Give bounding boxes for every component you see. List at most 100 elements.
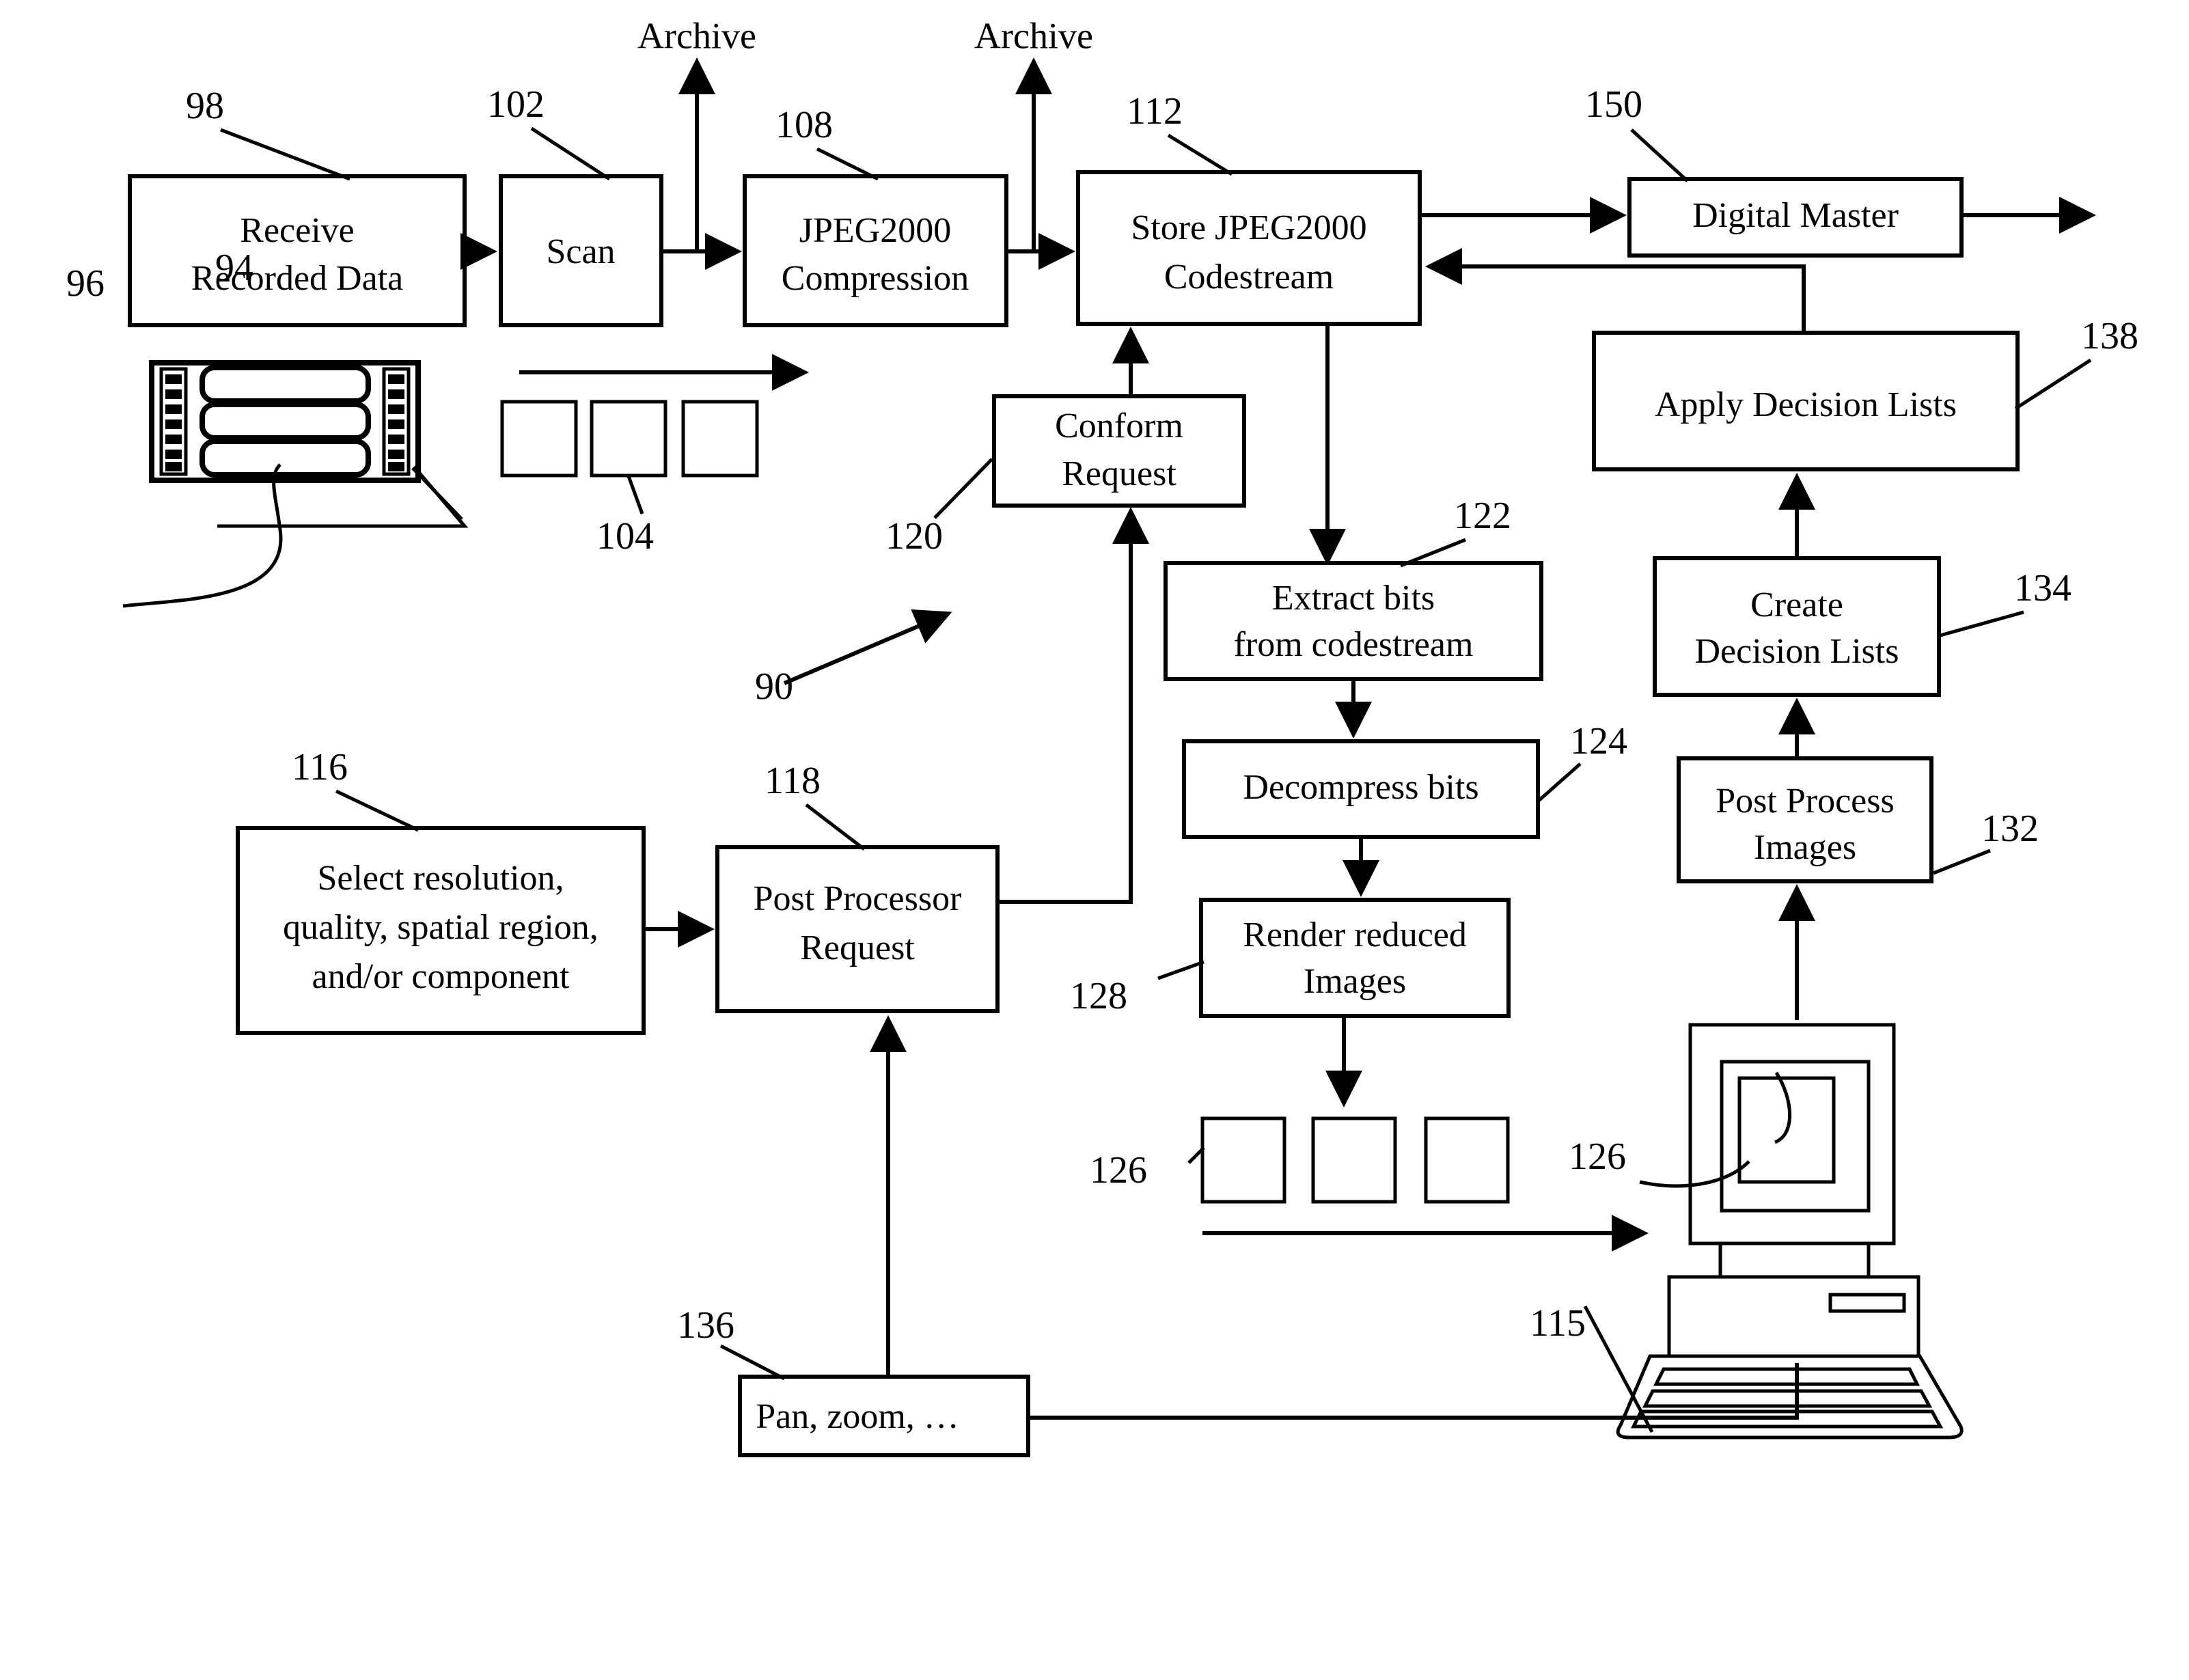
- box-pan-zoom: Pan, zoom, …: [738, 1375, 1030, 1457]
- ref-126-monitor: 126: [1569, 1135, 1626, 1178]
- ref-134-group: 134: [1940, 567, 2071, 637]
- box-extract-bits: Extract bits from codestream: [1164, 561, 1543, 681]
- box-store-line-1: Store JPEG2000: [1131, 208, 1366, 247]
- box-create-decision-lists: Create Decision Lists: [1653, 556, 1941, 697]
- ref-120-group: 120: [885, 458, 993, 557]
- ref-102: 102: [487, 83, 545, 126]
- disk-drive-slot-icon: [1828, 1293, 1906, 1313]
- ref-90-group: 90: [755, 609, 952, 708]
- box-create-decision-lists-rect: [1653, 556, 1941, 697]
- box-store-codestream: Store JPEG2000 Codestream: [1076, 170, 1422, 326]
- ref-96-leader: [122, 463, 283, 608]
- ref-124: 124: [1570, 720, 1627, 762]
- ref-116: 116: [292, 746, 348, 788]
- box-compression-line-2: Compression: [782, 259, 969, 298]
- ref-138-leader: [2014, 358, 2092, 411]
- ref-102-group: 102: [487, 83, 611, 181]
- frame-bottom-3: [1424, 1116, 1510, 1204]
- ref-90: 90: [755, 665, 793, 708]
- ref-126-frames: 126: [1090, 1149, 1147, 1192]
- box-post-process-images: Post Process Images: [1677, 756, 1933, 883]
- ref-94-callout: [411, 467, 463, 521]
- ref-115: 115: [1530, 1302, 1586, 1345]
- box-select-line-2: quality, spatial region,: [283, 908, 598, 947]
- box-extract-bits-line-2: from codestream: [1234, 625, 1474, 664]
- ref-118-group: 118: [765, 760, 866, 851]
- box-store-rect: [1076, 170, 1422, 326]
- box-store-line-2: Codestream: [1164, 258, 1334, 297]
- archive-label-1: Archive: [637, 15, 756, 56]
- frames-top-illustration: 104: [500, 354, 809, 557]
- ref-138-group: 138: [2014, 315, 2138, 411]
- box-render-reduced-images: Render reduced Images: [1199, 898, 1511, 1018]
- computer-base-unit: [1667, 1275, 1920, 1361]
- ref-132-group: 132: [1933, 808, 2039, 875]
- ref-94-leader: [411, 467, 463, 521]
- box-decompress-bits-line-1: Decompress bits: [1243, 768, 1478, 807]
- ref-118-leader: [805, 803, 866, 851]
- ref-98-group: 98: [186, 85, 350, 181]
- ref-112: 112: [1127, 90, 1183, 133]
- filmstrip-frame-3: [199, 439, 371, 478]
- box-scan: Scan: [499, 174, 663, 327]
- ref-98-leader: [220, 128, 350, 181]
- frame-bottom-2: [1311, 1116, 1397, 1204]
- archive-label-2: Archive: [974, 15, 1093, 56]
- ref-120-leader: [933, 458, 993, 519]
- filmstrip-frame-2: [199, 402, 371, 441]
- box-scan-line-1: Scan: [546, 232, 615, 271]
- ref-112-leader: [1167, 133, 1233, 176]
- box-apply-decision-lists-line-1: Apply Decision Lists: [1655, 385, 1957, 424]
- box-digital-master-line-1: Digital Master: [1692, 196, 1899, 235]
- ref-116-group: 116: [292, 746, 419, 832]
- filmstrip-illustration: [149, 360, 421, 483]
- ref-118: 118: [765, 760, 821, 802]
- workstation-illustration: [1616, 1023, 1964, 1440]
- ref-112-group: 112: [1127, 90, 1233, 176]
- frame-top-2: [590, 400, 667, 478]
- ref-136-group: 136: [677, 1304, 786, 1381]
- box-extract-bits-line-1: Extract bits: [1272, 579, 1435, 618]
- box-compression-line-1: JPEG2000: [799, 211, 951, 250]
- figure-canvas: Receive Recorded Data 98 Scan 102 JPEG20…: [66, 15, 2138, 1457]
- box-post-process-images-line-2: Images: [1754, 828, 1856, 867]
- box-pan-zoom-line-1: Pan, zoom, …: [756, 1397, 959, 1436]
- box-receive-line-1: Receive: [240, 211, 354, 250]
- box-render-reduced-images-line-1: Render reduced: [1243, 915, 1467, 954]
- box-conform-request-line-1: Conform: [1055, 407, 1183, 445]
- box-conform-request-line-2: Request: [1062, 454, 1176, 493]
- box-receive-recorded-data: Receive Recorded Data: [128, 174, 467, 327]
- frame-bottom-1: [1200, 1116, 1286, 1204]
- box-jpeg2000-compression: JPEG2000 Compression: [743, 174, 1008, 327]
- ref-134-leader: [1940, 610, 2024, 637]
- ref-136: 136: [677, 1304, 734, 1347]
- ref-134: 134: [2014, 567, 2071, 609]
- box-post-process-images-line-1: Post Process: [1716, 782, 1894, 821]
- box-post-processor-request: Post Processor Request: [715, 845, 1000, 1013]
- ref-122: 122: [1454, 495, 1511, 537]
- ref-128-group: 128: [1070, 960, 1204, 1017]
- ref-90-arrow: [783, 609, 952, 685]
- ref-124-leader: [1537, 762, 1582, 802]
- ref-96: 96: [66, 262, 105, 305]
- ref-102-leader: [530, 126, 611, 181]
- ref-128: 128: [1070, 975, 1127, 1017]
- ref-108-group: 108: [775, 104, 879, 181]
- patent-figure: Receive Recorded Data 98 Scan 102 JPEG20…: [0, 0, 2189, 1680]
- ref-108: 108: [775, 104, 833, 146]
- ref-96-callout: [122, 463, 283, 608]
- ref-116-leader: [335, 789, 419, 832]
- ref-104: 104: [596, 515, 654, 557]
- box-apply-decision-lists: Apply Decision Lists: [1592, 331, 2020, 471]
- box-render-reduced-images-line-2: Images: [1304, 962, 1406, 1001]
- frame-top-1: [500, 400, 578, 478]
- box-compression-rect: [743, 174, 1008, 327]
- ref-128-leader: [1157, 960, 1204, 980]
- ref-138: 138: [2081, 315, 2138, 357]
- box-select-line-1: Select resolution,: [317, 859, 564, 898]
- ref-104-leader: [627, 476, 644, 514]
- ref-120: 120: [885, 515, 943, 557]
- box-select-line-3: and/or component: [312, 957, 570, 996]
- ref-150: 150: [1585, 83, 1642, 126]
- ref-96-group: 96: [66, 262, 105, 305]
